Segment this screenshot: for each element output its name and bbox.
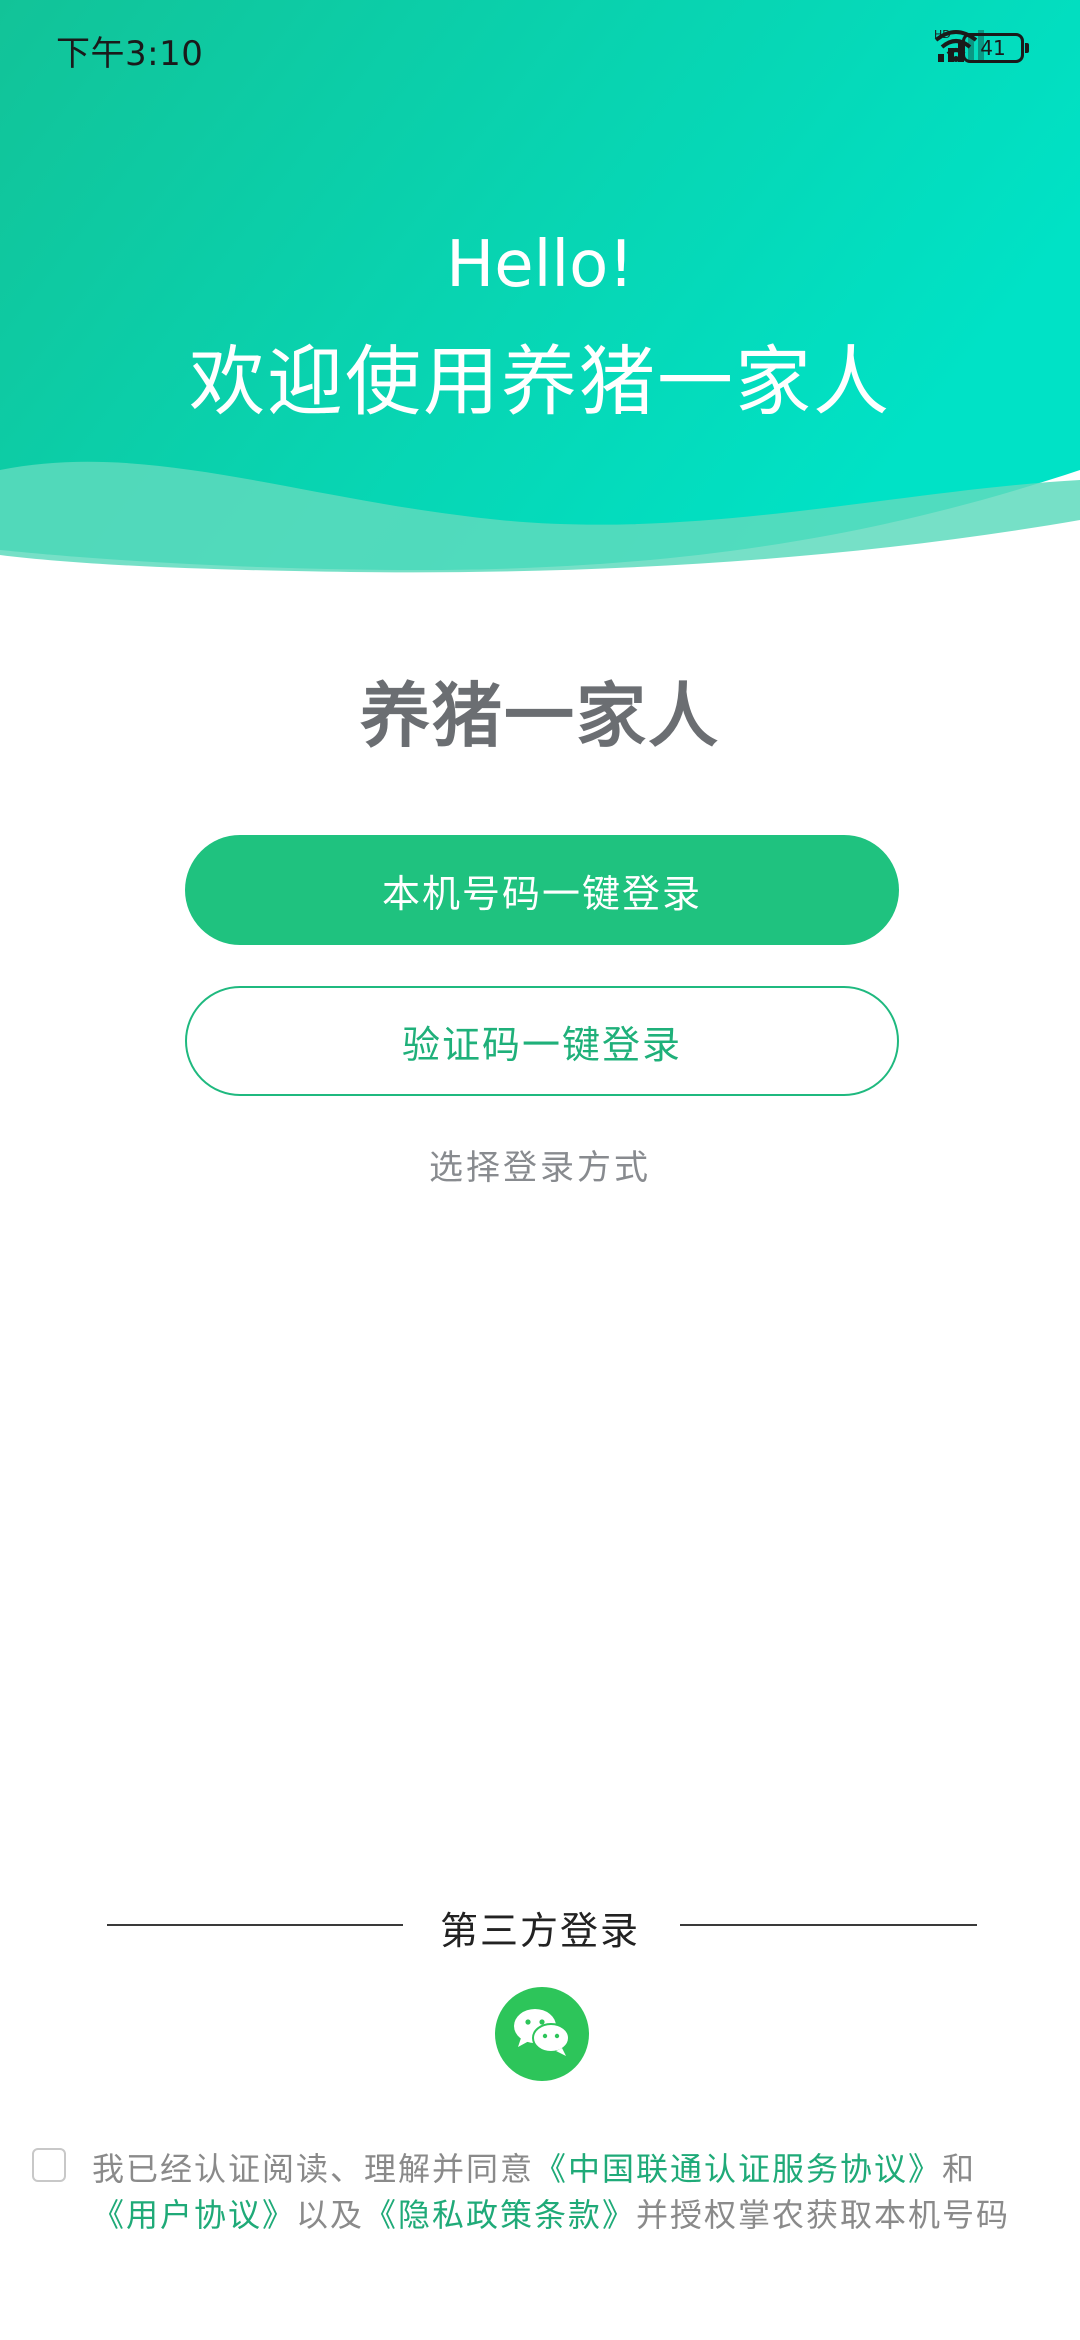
verification-code-login-button[interactable]: 验证码一键登录: [185, 986, 899, 1096]
agreement-prefix: 我已经认证阅读、理解并同意: [92, 2150, 535, 2188]
divider-right: [680, 1924, 977, 1926]
third-party-login-title: 第三方登录: [439, 1909, 640, 1953]
agreement-suffix: 并授权掌农获取本机号码: [636, 2196, 1011, 2234]
agreement-and: 和: [942, 2150, 977, 2188]
status-bar: 下午3:10 HD 41: [0, 0, 1080, 96]
status-icons: HD 41: [934, 28, 1029, 68]
greeting-text: Hello!: [446, 228, 634, 302]
wechat-login-button[interactable]: [495, 1987, 589, 2081]
privacy-policy-link[interactable]: 《隐私政策条款》: [364, 2196, 636, 2234]
app-name: 养猪一家人: [360, 675, 720, 757]
agreement-text-line-2: 《用户协议》以及《隐私政策条款》并授权掌农获取本机号码: [92, 2190, 1010, 2236]
unicom-agreement-link[interactable]: 《中国联通认证服务协议》: [534, 2150, 942, 2188]
user-agreement-link[interactable]: 《用户协议》: [92, 2196, 296, 2234]
status-time: 下午3:10: [56, 34, 204, 74]
agreement-text-line-1: 我已经认证阅读、理解并同意《中国联通认证服务协议》和: [92, 2144, 976, 2190]
one-click-login-button[interactable]: 本机号码一键登录: [185, 835, 899, 945]
battery-icon: 41: [962, 33, 1029, 63]
header-banner: 下午3:10 HD 41 Hello! 欢迎使用养猪一家人: [0, 0, 1080, 600]
choose-login-method-text: 选择登录方式: [429, 1148, 651, 1188]
agreement-checkbox[interactable]: [32, 2148, 66, 2182]
agreement-also: 以及: [296, 2196, 365, 2234]
welcome-title: 欢迎使用养猪一家人: [189, 337, 891, 426]
wechat-icon: [511, 2005, 573, 2063]
